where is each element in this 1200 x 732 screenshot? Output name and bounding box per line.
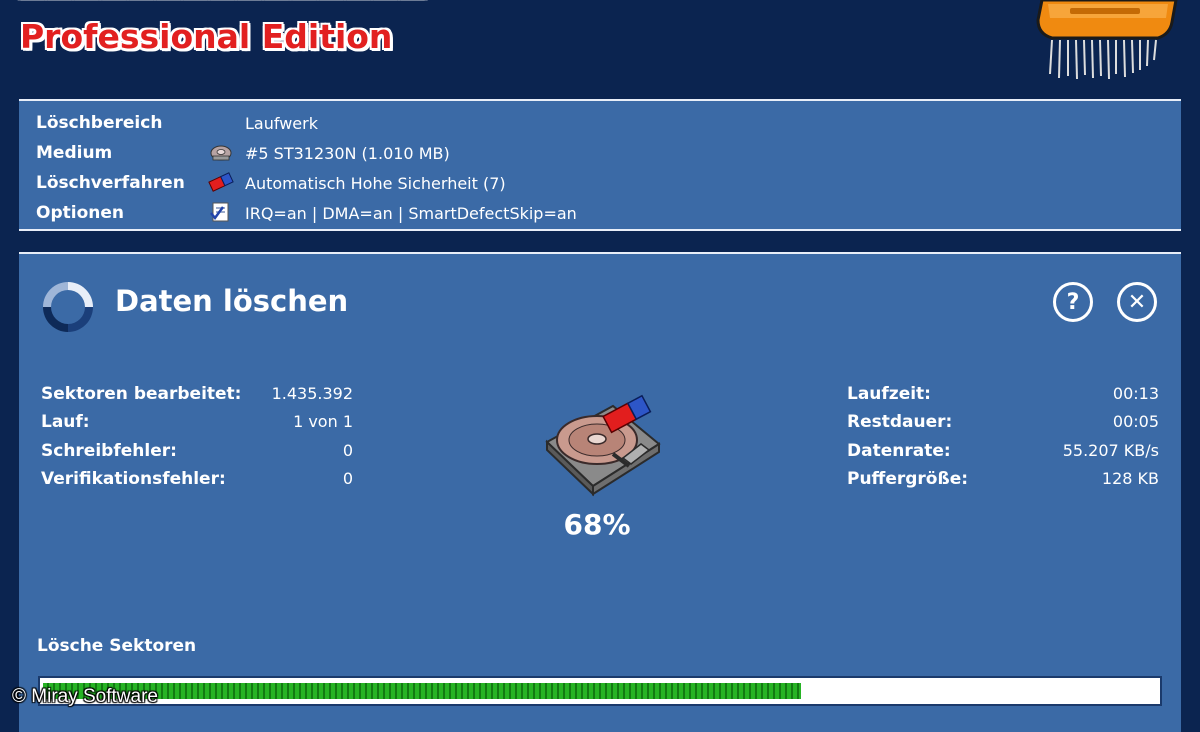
info-row-loeschverfahren: Löschverfahren Automatisch Hohe Sicherhe… [19, 167, 1181, 195]
stat-value: 1 von 1 [293, 412, 353, 431]
erase-settings-panel: Löschbereich Laufwerk Medium #5 ST31230N… [19, 99, 1181, 231]
info-label: Medium [36, 143, 113, 163]
stat-label: Puffergröße: [847, 469, 969, 489]
stat-buffer-size: Puffergröße: 128 KB [847, 469, 1159, 497]
info-value: IRQ=an | DMA=an | SmartDefectSkip=an [245, 204, 577, 223]
info-row-medium: Medium #5 ST31230N (1.010 MB) [19, 137, 1181, 165]
stat-value: 0 [342, 441, 353, 460]
info-value: Automatisch Hohe Sicherheit (7) [245, 174, 506, 193]
app-header: ▀▀▀▀▀▀▀▀▀▀▀▀▀▀▀ Professional Edition [0, 0, 1200, 90]
refresh-cycle-icon [43, 282, 93, 332]
progress-label: Lösche Sektoren [37, 636, 197, 656]
stat-value: 55.207 KB/s [1062, 441, 1159, 460]
stat-value: 00:05 [1112, 412, 1159, 431]
info-row-optionen: Optionen IRQ=an | DMA=an | SmartDefectSk… [19, 197, 1181, 225]
stat-label: Schreibfehler: [41, 441, 177, 461]
stat-run: Lauf: 1 von 1 [41, 412, 353, 440]
panel-title: Daten löschen [115, 284, 349, 318]
info-label: Optionen [36, 203, 124, 223]
stat-data-rate: Datenrate: 55.207 KB/s [847, 441, 1159, 469]
info-row-loeschbereich: Löschbereich Laufwerk [19, 107, 1181, 135]
app-title-cropped: ▀▀▀▀▀▀▀▀▀▀▀▀▀▀▀ [18, 0, 425, 18]
stat-value: 00:13 [1112, 384, 1159, 403]
stat-remaining: Restdauer: 00:05 [847, 412, 1159, 440]
stat-runtime: Laufzeit: 00:13 [847, 384, 1159, 412]
info-value: Laufwerk [245, 114, 318, 133]
info-value: #5 ST31230N (1.010 MB) [245, 144, 450, 163]
info-label: Löschverfahren [36, 173, 185, 193]
stat-value: 0 [342, 469, 353, 488]
stat-label: Lauf: [41, 412, 90, 432]
stat-sectors-processed: Sektoren bearbeitet: 1.435.392 [41, 384, 353, 412]
stat-write-errors: Schreibfehler: 0 [41, 441, 353, 469]
stat-verification-errors: Verifikationsfehler: 0 [41, 469, 353, 497]
stat-label: Laufzeit: [847, 384, 931, 404]
stat-value: 128 KB [1101, 469, 1159, 488]
stat-label: Verifikationsfehler: [41, 469, 226, 489]
stat-label: Sektoren bearbeitet: [41, 384, 242, 404]
stat-label: Datenrate: [847, 441, 951, 461]
edition-title: Professional Edition [20, 17, 393, 56]
progress-bar [38, 676, 1162, 706]
stat-label: Restdauer: [847, 412, 953, 432]
hard-drive-erase-icon [545, 394, 661, 497]
stat-value: 1.435.392 [271, 384, 353, 403]
progress-percent: 68% [563, 508, 631, 541]
options-checklist-icon [210, 202, 229, 222]
close-button[interactable]: ✕ [1117, 282, 1157, 322]
hdd-small-icon [210, 145, 232, 161]
copyright-notice: © Miray Software [12, 686, 158, 707]
erase-progress-panel: Daten löschen ? ✕ Sektoren bearbeitet: 1… [19, 252, 1181, 732]
help-button[interactable]: ? [1053, 282, 1093, 322]
info-label: Löschbereich [36, 113, 163, 133]
shredder-logo-icon [1036, 0, 1178, 80]
eraser-icon [208, 172, 234, 192]
